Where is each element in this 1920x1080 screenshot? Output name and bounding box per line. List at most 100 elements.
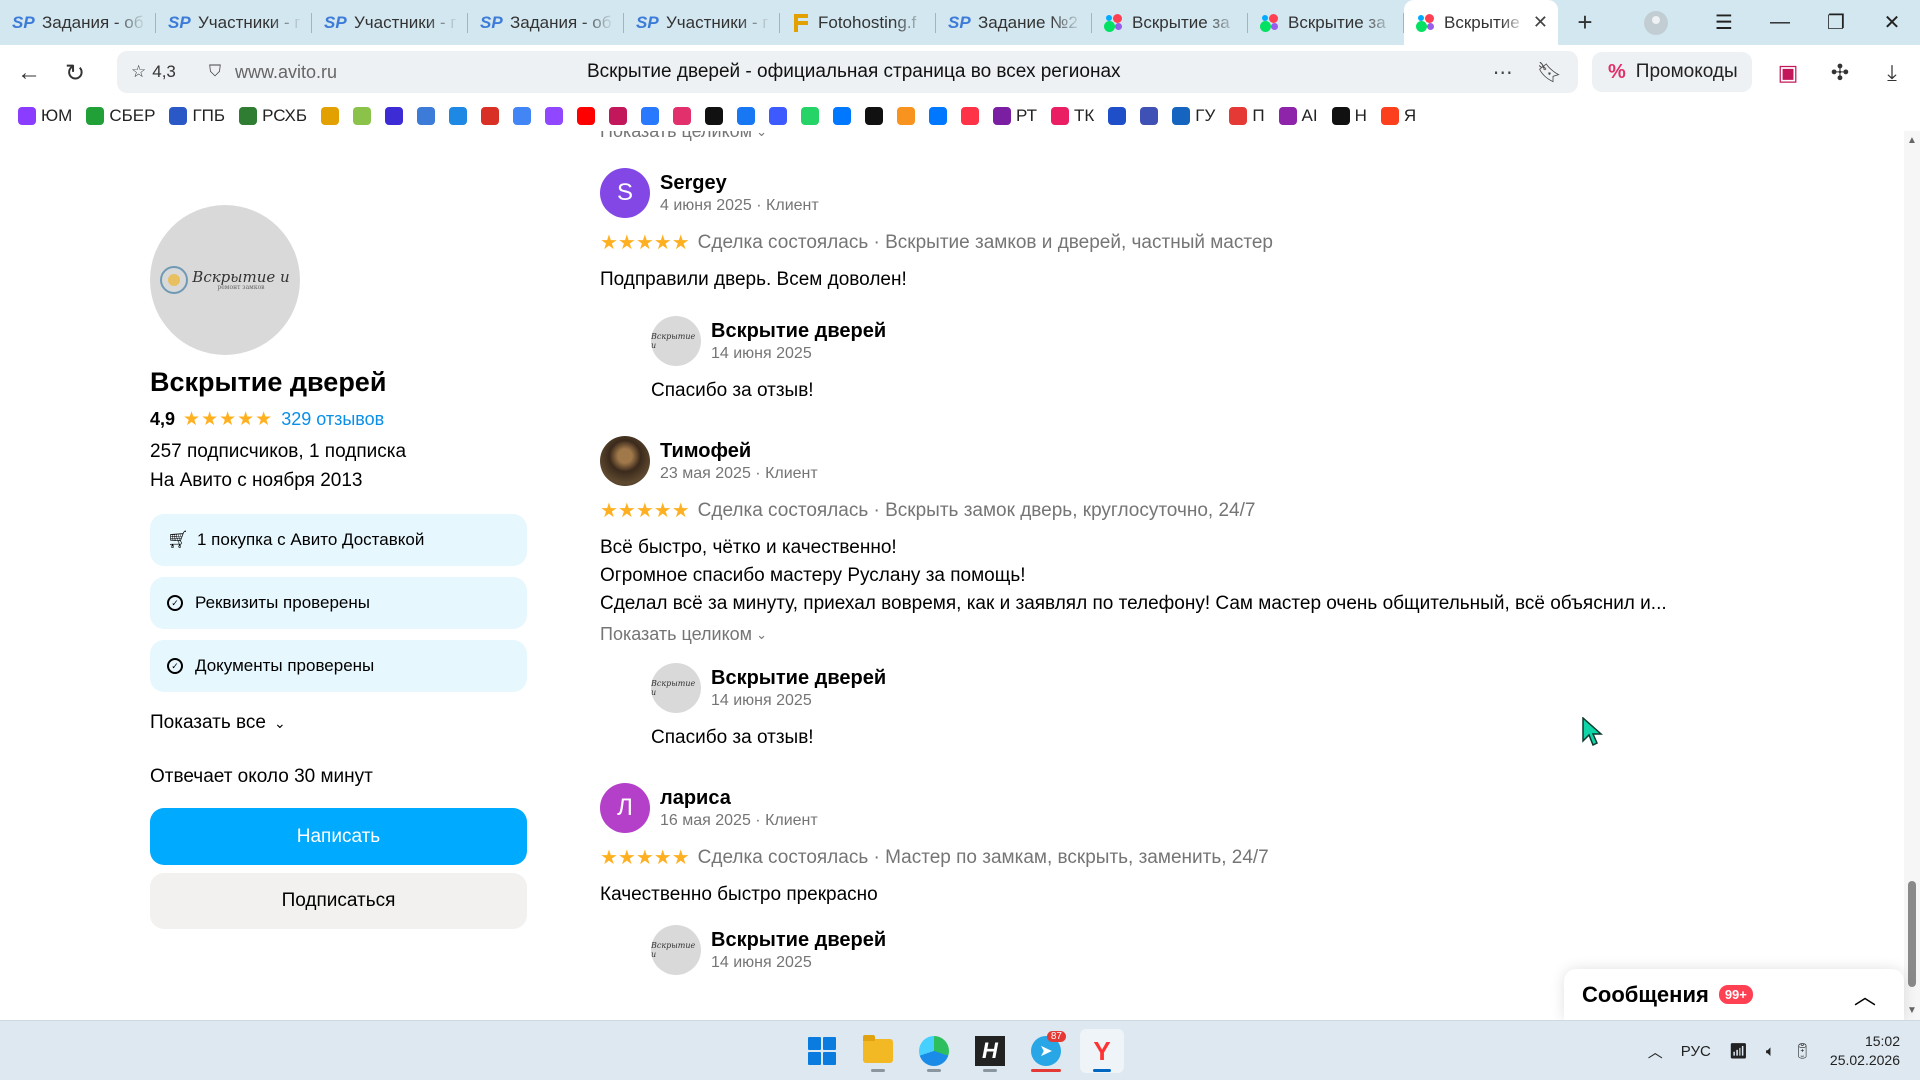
extensions-icon[interactable]: ✣ [1814, 60, 1866, 86]
seller-avatar[interactable]: Вскрытие и ремонт замков [150, 205, 300, 355]
reply-author[interactable]: Вскрытие дверей [711, 667, 886, 690]
bookmark-item[interactable]: ГПБ [169, 106, 225, 126]
more-options-icon[interactable]: ⋯ [1493, 60, 1513, 85]
browser-tab[interactable]: Вскрытие ✕ [1404, 0, 1558, 45]
bookmark-item[interactable] [353, 107, 372, 125]
shield-icon[interactable]: ⛉ [209, 63, 221, 81]
site-rating-chip[interactable]: ☆ 4,3 [117, 62, 197, 82]
bookmark-item[interactable] [385, 107, 404, 125]
seller-reply-avatar[interactable]: Вскрытие и [651, 316, 701, 366]
bookmark-item[interactable] [769, 107, 788, 125]
browser-tab[interactable]: SP Задания - об [0, 0, 156, 45]
bookmark-item[interactable] [449, 107, 468, 125]
reviewer-avatar[interactable]: S [600, 168, 650, 218]
bookmark-item[interactable] [1140, 107, 1159, 125]
scroll-up-icon[interactable]: ▲ [1907, 135, 1917, 146]
restore-button[interactable]: ❐ [1808, 10, 1864, 35]
bookmark-item[interactable]: Н [1331, 106, 1367, 126]
write-message-button[interactable]: Написать [150, 808, 527, 865]
close-tab-icon[interactable]: ✕ [1533, 12, 1548, 33]
browser-tab[interactable]: SP Участники - г [156, 0, 312, 45]
new-tab-button[interactable]: + [1568, 6, 1602, 40]
profile-icon[interactable] [1644, 10, 1668, 35]
reviewer-name[interactable]: Sergey [660, 172, 819, 195]
bookmark-icon[interactable]: 🔖︎ [1537, 60, 1562, 85]
show-all-button[interactable]: Показать все ⌄ [150, 712, 527, 734]
browser-tab[interactable]: SP Участники - г [312, 0, 468, 45]
bookmark-item[interactable] [897, 107, 916, 125]
bookmark-item[interactable]: ЮМ [18, 106, 72, 126]
scroll-down-icon[interactable]: ▼ [1907, 1005, 1917, 1016]
bookmark-item[interactable] [929, 107, 948, 125]
volume-icon[interactable]: 🔈︎ [1766, 1043, 1775, 1060]
reviewer-name[interactable]: лариса [660, 787, 818, 810]
bookmark-item[interactable] [961, 107, 980, 125]
browser-tab[interactable]: Вскрытие за [1092, 0, 1248, 45]
reviews-link[interactable]: 329 отзывов [281, 409, 384, 430]
show-full-button[interactable]: Показать целиком ⌄ [600, 624, 1720, 645]
taskbar-file-explorer[interactable] [856, 1029, 900, 1073]
gallery-icon[interactable]: ▣ [1762, 60, 1814, 86]
bookmark-item[interactable]: ГУ [1172, 106, 1215, 126]
url-text[interactable]: www.avito.ru [235, 62, 355, 83]
bookmark-item[interactable] [801, 107, 820, 125]
show-full-button[interactable]: Показать целиком ⌄ [600, 131, 1720, 142]
taskbar-yandex-browser[interactable]: Y [1080, 1029, 1124, 1073]
close-window-button[interactable]: ✕ [1864, 10, 1920, 35]
taskbar-browser[interactable] [912, 1029, 956, 1073]
bookmark-item[interactable] [737, 107, 756, 125]
bookmark-item[interactable] [417, 107, 436, 125]
chevron-up-icon[interactable]: ︿ [1854, 979, 1876, 1011]
promo-codes-button[interactable]: % Промокоды [1592, 52, 1752, 92]
start-button[interactable] [800, 1029, 844, 1073]
bookmark-item[interactable] [833, 107, 852, 125]
address-bar[interactable]: ☆ 4,3 ⛉ www.avito.ru Вскрытие дверей - о… [117, 51, 1578, 93]
seller-reply-avatar[interactable]: Вскрытие и [651, 925, 701, 975]
taskbar-telegram[interactable]: ➤ 87 [1024, 1029, 1068, 1073]
bookmark-item[interactable]: СБЕР [86, 106, 155, 126]
bookmark-item[interactable] [641, 107, 660, 125]
bookmark-item[interactable] [609, 107, 628, 125]
bookmark-item[interactable]: РТ [993, 106, 1037, 126]
browser-tab[interactable]: SP Задания - об [468, 0, 624, 45]
chevron-up-icon[interactable]: ︿ [1648, 1041, 1663, 1062]
back-icon[interactable]: ← [6, 59, 52, 87]
bookmark-item[interactable] [513, 107, 532, 125]
reviewer-avatar[interactable] [600, 436, 650, 486]
bookmark-item[interactable]: Я [1380, 106, 1416, 126]
bookmark-item[interactable]: П [1229, 106, 1265, 126]
browser-tab[interactable]: SP Участники - г [624, 0, 780, 45]
menu-icon[interactable]: ☰ [1696, 10, 1752, 35]
reviewer-name[interactable]: Тимофей [660, 440, 818, 463]
bookmark-item[interactable] [673, 107, 692, 125]
wifi-icon[interactable]: 📶︎ [1729, 1042, 1748, 1060]
minimize-button[interactable]: — [1752, 11, 1808, 34]
page-scrollbar[interactable]: ▲ ▼ [1904, 131, 1920, 1020]
bookmark-item[interactable] [1108, 107, 1127, 125]
bookmark-item[interactable] [705, 107, 724, 125]
taskbar-h-app[interactable]: H [968, 1029, 1012, 1073]
browser-tab[interactable]: SP Задание №2 [936, 0, 1092, 45]
bookmark-item[interactable] [481, 107, 500, 125]
download-icon[interactable]: ⤓ [1866, 60, 1918, 86]
clock[interactable]: 15:02 25.02.2026 [1830, 1032, 1900, 1070]
reply-author[interactable]: Вскрытие дверей [711, 929, 886, 952]
bookmark-item[interactable] [321, 107, 340, 125]
browser-tab[interactable]: Вскрытие за [1248, 0, 1404, 45]
bookmark-item[interactable]: ТК [1051, 106, 1094, 126]
bookmark-item[interactable]: AI [1278, 106, 1318, 126]
battery-icon[interactable]: 🔋︎ [1793, 1042, 1812, 1060]
reply-author[interactable]: Вскрытие дверей [711, 320, 886, 343]
reviewer-avatar[interactable]: Л [600, 783, 650, 833]
bookmark-item[interactable] [577, 107, 596, 125]
messages-dock[interactable]: Сообщения 99+ ︿ [1564, 969, 1904, 1020]
browser-tab[interactable]: Fotohosting.f [780, 0, 936, 45]
bookmark-item[interactable] [545, 107, 564, 125]
bookmark-item[interactable] [865, 107, 884, 125]
subscribe-button[interactable]: Подписаться [150, 873, 527, 929]
reload-icon[interactable]: ↻ [52, 59, 98, 88]
seller-reply-avatar[interactable]: Вскрытие и [651, 663, 701, 713]
bookmark-item[interactable]: РСХБ [239, 106, 307, 126]
language-indicator[interactable]: РУС [1681, 1043, 1711, 1060]
scrollbar-thumb[interactable] [1908, 881, 1916, 987]
